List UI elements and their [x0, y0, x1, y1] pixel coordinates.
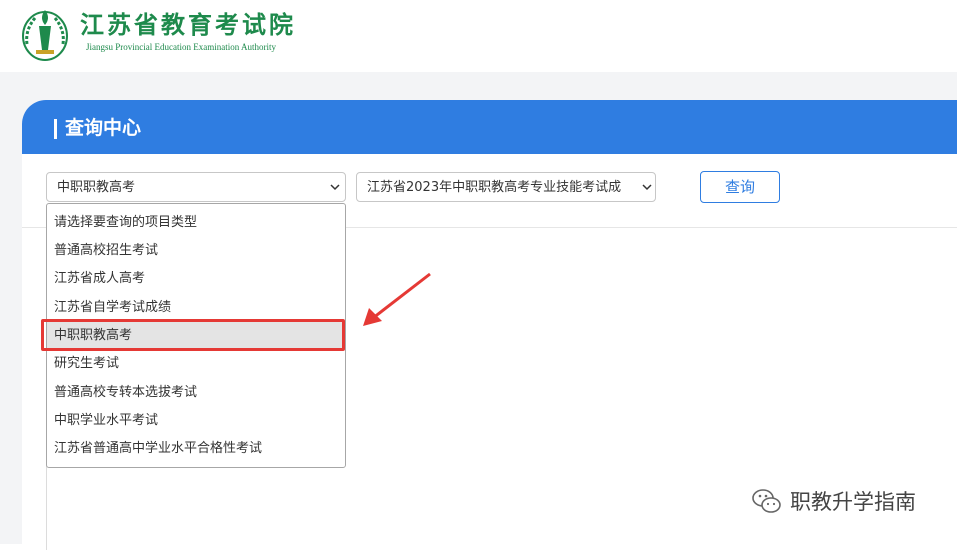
dropdown-option[interactable]: 江苏省自学考试成绩 — [47, 294, 345, 322]
pointer-arrow-icon — [363, 272, 431, 326]
dropdown-option[interactable]: 中职学业水平考试 — [47, 407, 345, 435]
watermark-text: 职教升学指南 — [790, 490, 916, 514]
dropdown-option[interactable]: 江苏省普通高中学业水平合格性考试 — [47, 435, 345, 463]
wechat-icon — [752, 489, 781, 513]
project-type-select-value: 中职职教高考 — [57, 180, 136, 195]
panel-header: 查询中心 — [22, 100, 957, 154]
title-accent-bar — [54, 119, 57, 139]
chevron-down-icon — [330, 184, 340, 191]
dropdown-option[interactable]: 研究生考试 — [47, 350, 345, 378]
query-button[interactable]: 查询 — [700, 171, 780, 203]
project-type-select[interactable]: 中职职教高考 — [46, 172, 346, 202]
chevron-down-icon — [642, 184, 652, 191]
dropdown-option[interactable]: 请选择要查询的项目类型 — [47, 209, 345, 237]
dropdown-option[interactable]: 普通高校专转本选拔考试 — [47, 379, 345, 407]
panel-title: 查询中心 — [65, 117, 142, 139]
org-name-cn: 江苏省教育考试院 — [80, 11, 296, 39]
exam-select[interactable]: 江苏省2023年中职职教高考专业技能考试成 — [356, 172, 656, 202]
site-header: 江苏省教育考试院 Jiangsu Provincial Education Ex… — [0, 0, 957, 72]
dropdown-option-selected[interactable]: 中职职教高考 — [47, 322, 345, 350]
logo-emblem — [22, 10, 68, 61]
project-type-dropdown[interactable]: 请选择要查询的项目类型 普通高校招生考试 江苏省成人高考 江苏省自学考试成绩 中… — [46, 203, 346, 468]
exam-select-value: 江苏省2023年中职职教高考专业技能考试成 — [367, 180, 622, 195]
org-name-en: Jiangsu Provincial Education Examination… — [86, 42, 276, 52]
dropdown-option[interactable]: 普通高校招生考试 — [47, 237, 345, 265]
dropdown-option[interactable]: 江苏省成人高考 — [47, 265, 345, 293]
